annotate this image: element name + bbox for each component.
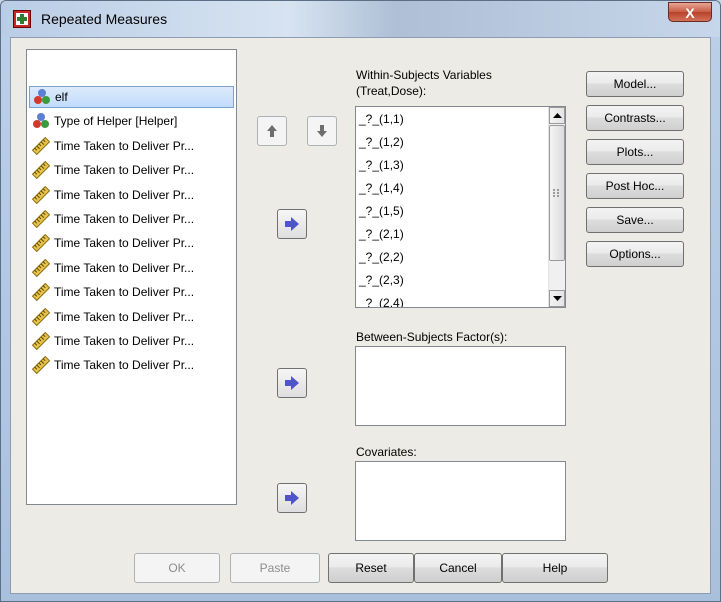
variable-list-item[interactable]: Time Taken to Deliver Pr... xyxy=(29,257,234,279)
spss-dialog-icon xyxy=(13,10,31,28)
save-button[interactable]: Save... xyxy=(586,207,684,233)
scale-variable-icon xyxy=(32,234,50,253)
within-subjects-label: Within-Subjects Variables (Treat,Dose): xyxy=(356,67,492,99)
grip-icon xyxy=(553,189,559,197)
scale-variable-icon xyxy=(32,161,50,180)
variable-list-item-label: Time Taken to Deliver Pr... xyxy=(54,334,195,348)
move-down-button[interactable] xyxy=(307,116,337,146)
arrow-right-icon xyxy=(285,217,299,231)
arrow-right-icon xyxy=(285,376,299,390)
scroll-up-button[interactable] xyxy=(549,107,565,124)
scroll-down-button[interactable] xyxy=(549,290,565,307)
within-subjects-item[interactable]: _?_(1,4) xyxy=(359,178,404,199)
title-bar[interactable]: Repeated Measures X xyxy=(1,1,720,37)
move-to-within-button[interactable] xyxy=(277,209,307,239)
nominal-variable-icon xyxy=(34,89,50,104)
variable-list-item[interactable]: Time Taken to Deliver Pr... xyxy=(29,330,234,352)
arrow-down-icon xyxy=(317,125,327,137)
cancel-button[interactable]: Cancel xyxy=(414,553,502,583)
scale-variable-icon xyxy=(32,185,50,204)
between-subjects-label: Between-Subjects Factor(s): xyxy=(356,330,508,344)
within-subjects-item[interactable]: _?_(1,2) xyxy=(359,132,404,153)
triangle-up-icon xyxy=(552,113,562,118)
within-subjects-list[interactable]: _?_(1,1) _?_(1,2) _?_(1,3) _?_(1,4) _?_(1,5)… xyxy=(355,106,566,308)
scale-variable-icon xyxy=(32,210,50,228)
within-subjects-item[interactable]: _?_(1,3) xyxy=(359,155,404,176)
scale-variable-icon xyxy=(32,258,50,277)
nominal-variable-icon xyxy=(33,113,49,129)
ok-button[interactable]: OK xyxy=(134,553,220,583)
variable-list-item[interactable]: Time Taken to Deliver Pr... xyxy=(29,232,234,254)
variable-list-item-label: Time Taken to Deliver Pr... xyxy=(54,187,195,202)
post-hoc-button[interactable]: Post Hoc... xyxy=(586,173,684,199)
covariates-list[interactable] xyxy=(355,461,566,541)
arrow-up-icon xyxy=(267,125,277,137)
within-subjects-label-line2: (Treat,Dose): xyxy=(356,84,427,98)
within-subjects-item[interactable]: _?_(2,1) xyxy=(359,224,404,245)
variable-list-item-label: Time Taken to Deliver Pr... xyxy=(54,212,195,226)
reset-button[interactable]: Reset xyxy=(328,553,414,583)
within-scrollbar[interactable] xyxy=(548,107,565,307)
scroll-thumb[interactable] xyxy=(549,125,565,261)
variable-list-item[interactable]: Type of Helper [Helper] xyxy=(29,110,234,132)
move-to-covariates-button[interactable] xyxy=(277,483,307,513)
plots-button[interactable]: Plots... xyxy=(586,139,684,165)
scale-variable-icon xyxy=(32,136,50,155)
within-subjects-item[interactable]: _?_(2,4) xyxy=(359,293,404,307)
within-subjects-item[interactable]: _?_(2,3) xyxy=(359,270,404,291)
variable-list-item[interactable]: Time Taken to Deliver Pr... xyxy=(29,208,234,230)
variable-list-item-label: Time Taken to Deliver Pr... xyxy=(54,309,195,324)
variable-list-item-label: Type of Helper [Helper] xyxy=(54,114,178,129)
variable-list-item-label: Time Taken to Deliver Pr... xyxy=(54,358,195,373)
covariates-label: Covariates: xyxy=(356,445,417,459)
variable-list-item[interactable]: Time Taken to Deliver Pr... xyxy=(29,184,234,206)
window-title: Repeated Measures xyxy=(41,11,168,27)
paste-button[interactable]: Paste xyxy=(230,553,320,583)
triangle-down-icon xyxy=(552,296,562,301)
move-to-between-button[interactable] xyxy=(277,368,307,398)
model-button[interactable]: Model... xyxy=(586,71,684,97)
scale-variable-icon xyxy=(32,283,50,302)
within-subjects-item[interactable]: _?_(1,1) xyxy=(359,109,404,130)
scale-variable-icon xyxy=(32,356,50,375)
variable-list[interactable]: elf Type of Helper [Helper] Time Taken to … xyxy=(26,49,237,505)
arrow-right-icon xyxy=(285,491,299,505)
help-button[interactable]: Help xyxy=(502,553,608,583)
scale-variable-icon xyxy=(32,332,50,350)
variable-list-item-label: Time Taken to Deliver Pr... xyxy=(54,285,195,300)
variable-list-item-label: Time Taken to Deliver Pr... xyxy=(54,236,195,251)
within-subjects-item[interactable]: _?_(2,2) xyxy=(359,247,404,268)
between-subjects-list[interactable] xyxy=(355,346,566,426)
variable-list-item[interactable]: elf xyxy=(29,86,234,108)
variable-list-item-label: Time Taken to Deliver Pr... xyxy=(54,163,195,178)
contrasts-button[interactable]: Contrasts... xyxy=(586,105,684,131)
close-button[interactable]: X xyxy=(668,2,712,22)
variable-list-item-label: elf xyxy=(55,90,68,104)
options-button[interactable]: Options... xyxy=(586,241,684,267)
variable-list-item-label: Time Taken to Deliver Pr... xyxy=(54,260,195,275)
variable-list-item[interactable]: Time Taken to Deliver Pr... xyxy=(29,159,234,181)
within-subjects-item[interactable]: _?_(1,5) xyxy=(359,201,404,222)
variable-list-item[interactable]: Time Taken to Deliver Pr... xyxy=(29,306,234,328)
repeated-measures-dialog: Repeated Measures X elf Type of Helper [H… xyxy=(0,0,721,602)
variable-list-item-label: Time Taken to Deliver Pr... xyxy=(54,138,195,153)
variable-list-item[interactable]: Time Taken to Deliver Pr... xyxy=(29,135,234,157)
variable-list-item[interactable]: Time Taken to Deliver Pr... xyxy=(29,354,234,376)
within-subjects-label-line1: Within-Subjects Variables xyxy=(356,68,492,82)
move-up-button[interactable] xyxy=(257,116,287,146)
scale-variable-icon xyxy=(32,307,50,326)
variable-list-item[interactable]: Time Taken to Deliver Pr... xyxy=(29,281,234,303)
